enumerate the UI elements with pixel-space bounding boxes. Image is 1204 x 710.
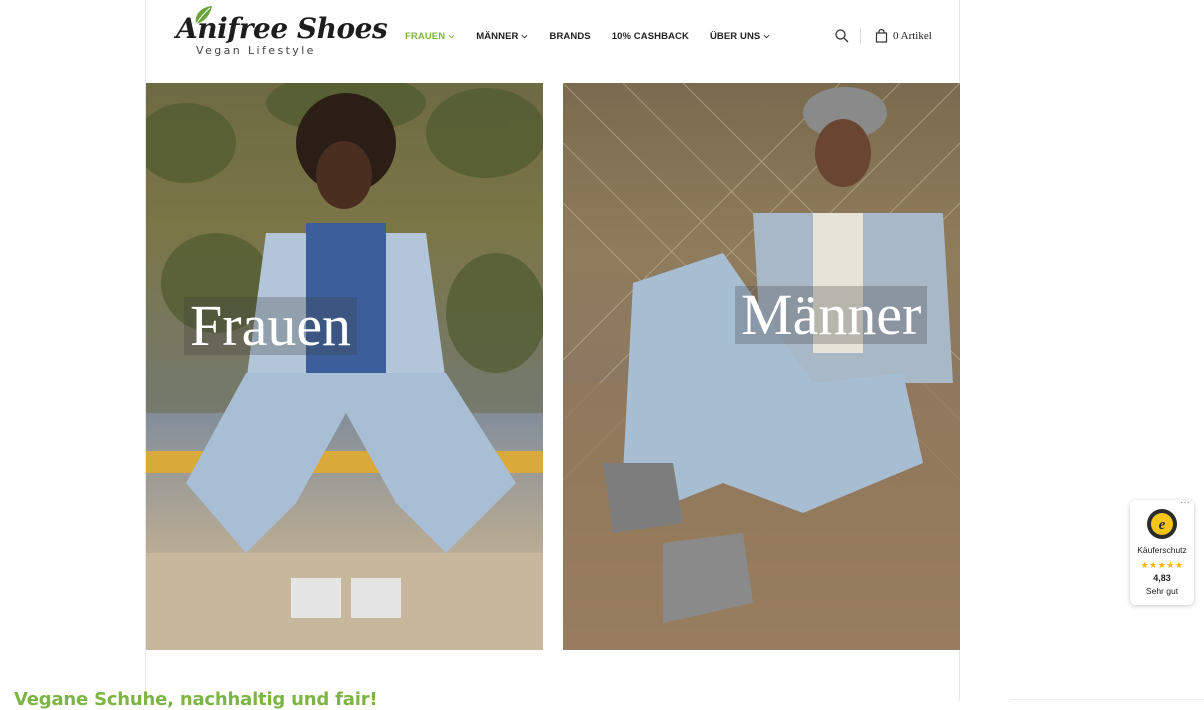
men-category-photo bbox=[563, 83, 960, 650]
cart-button[interactable]: 0 Artikel bbox=[875, 29, 932, 43]
brand-tagline: Vegan Lifestyle bbox=[196, 44, 316, 57]
chevron-down-icon bbox=[522, 34, 528, 38]
category-tile-maenner[interactable]: Männer bbox=[563, 83, 960, 650]
search-icon[interactable] bbox=[834, 28, 850, 44]
category-label-frauen: Frauen bbox=[184, 297, 358, 355]
site-header: Anifree Shoes Vegan Lifestyle FRAUEN MÄN… bbox=[146, 0, 961, 83]
nav-item-frauen[interactable]: FRAUEN bbox=[405, 29, 455, 43]
nav-item-label: BRANDS bbox=[549, 30, 591, 42]
nav-item-cashback[interactable]: 10% CASHBACK bbox=[612, 29, 689, 43]
brand-name: Anifree Shoes bbox=[176, 12, 388, 45]
page-headline: Vegane Schuhe, nachhaltig und fair! bbox=[14, 688, 378, 710]
nav-item-ueber-uns[interactable]: ÜBER UNS bbox=[710, 29, 770, 43]
page-container: Anifree Shoes Vegan Lifestyle FRAUEN MÄN… bbox=[145, 0, 960, 701]
chevron-down-icon bbox=[448, 34, 455, 38]
chevron-down-icon bbox=[763, 34, 770, 38]
nav-item-label: MÄNNER bbox=[476, 30, 519, 42]
header-divider bbox=[860, 28, 861, 44]
nav-item-label: ÜBER UNS bbox=[709, 30, 761, 42]
rating-score: 4,83 bbox=[1153, 573, 1171, 583]
rating-stars: ★★★★★ bbox=[1140, 560, 1184, 570]
divider-line bbox=[1010, 699, 1204, 700]
trust-seal-icon: e bbox=[1147, 509, 1177, 539]
more-options-icon[interactable]: ··· bbox=[1180, 497, 1190, 508]
nav-item-brands[interactable]: BRANDS bbox=[549, 29, 590, 43]
nav-item-maenner[interactable]: MÄNNER bbox=[476, 29, 528, 43]
svg-text:e: e bbox=[1159, 517, 1166, 533]
shopping-bag-icon bbox=[875, 29, 888, 43]
brand-logo[interactable]: Anifree Shoes Vegan Lifestyle bbox=[174, 2, 388, 62]
rating-text: Sehr gut bbox=[1145, 586, 1179, 596]
main-nav: FRAUEN MÄNNER BRANDS 10% CASHBACK ÜBER U… bbox=[405, 29, 791, 43]
category-tile-frauen[interactable]: Frauen bbox=[146, 83, 543, 650]
women-category-photo bbox=[146, 83, 543, 650]
nav-item-label: 10% CASHBACK bbox=[611, 30, 689, 42]
nav-item-label: FRAUEN bbox=[405, 30, 446, 42]
cart-count-label: 0 Artikel bbox=[893, 30, 932, 42]
trusted-shops-badge[interactable]: ··· e Käuferschutz ★★★★★ 4,83 Sehr gut bbox=[1130, 497, 1194, 605]
trust-label: Käuferschutz bbox=[1137, 545, 1187, 555]
header-tools: 0 Artikel bbox=[834, 26, 932, 46]
category-label-maenner: Männer bbox=[735, 286, 928, 344]
